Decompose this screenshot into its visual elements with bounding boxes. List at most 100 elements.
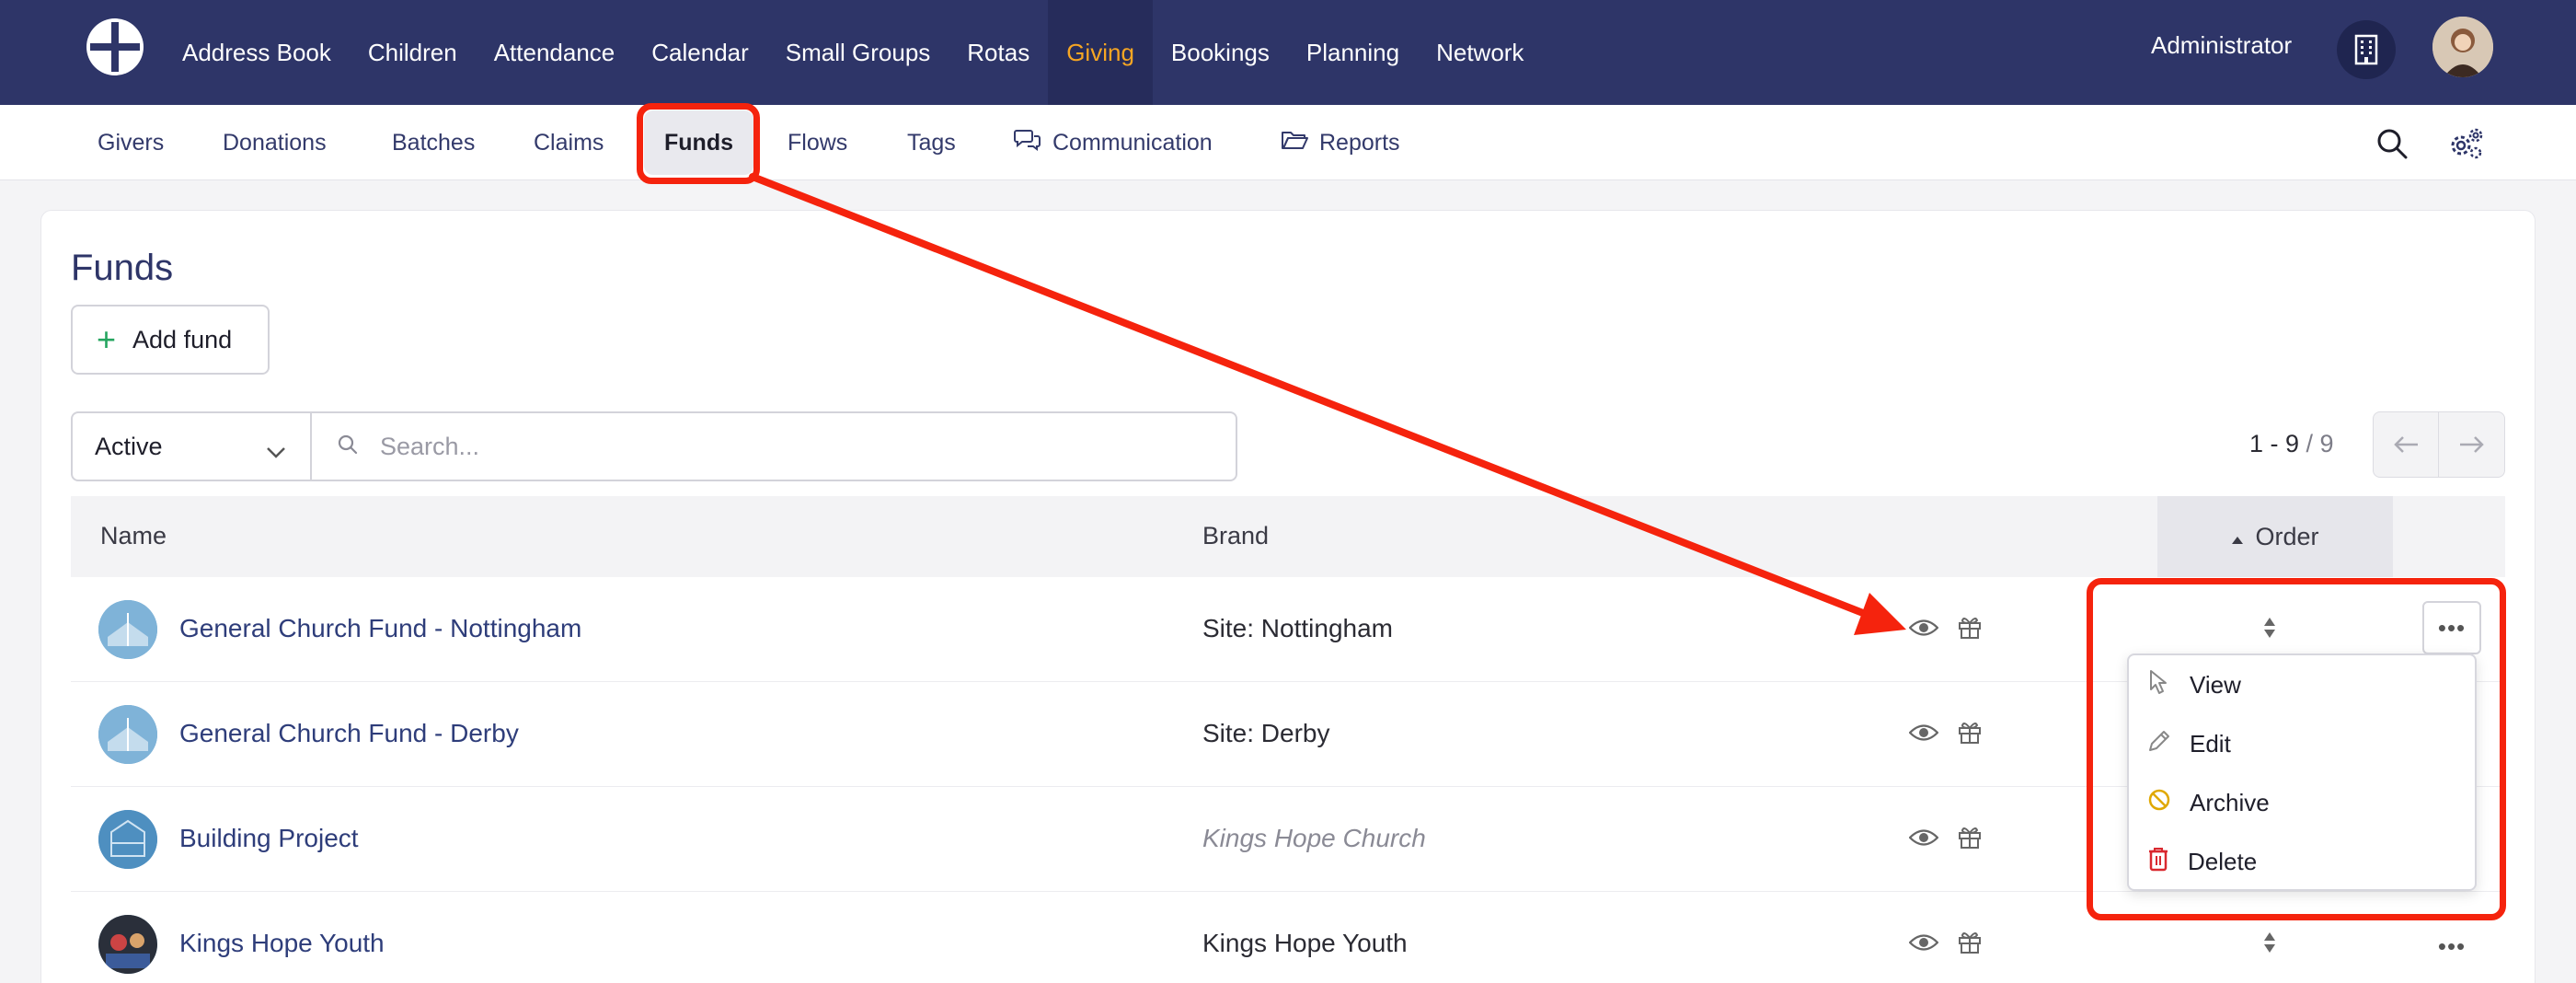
folder-open-icon xyxy=(1281,129,1308,157)
menu-item-edit[interactable]: Edit xyxy=(2129,714,2475,773)
tab-donations[interactable]: Donations xyxy=(223,105,327,180)
menu-item-archive[interactable]: Archive xyxy=(2129,773,2475,832)
nav-item-planning[interactable]: Planning xyxy=(1288,0,1418,105)
church-logo-icon[interactable] xyxy=(85,17,145,77)
user-name[interactable]: Administrator xyxy=(2151,31,2292,60)
tab-batches[interactable]: Batches xyxy=(392,105,475,180)
fund-name-link[interactable]: General Church Fund - Nottingham xyxy=(179,614,581,643)
fund-name-link[interactable]: General Church Fund - Derby xyxy=(179,719,519,748)
fund-avatar xyxy=(98,600,157,659)
menu-item-label: Delete xyxy=(2188,847,2258,875)
tab-label: Communication xyxy=(1052,129,1213,156)
plus-icon: + xyxy=(97,320,117,358)
fund-brand: Kings Hope Church xyxy=(1202,824,1426,852)
gift-icon[interactable] xyxy=(1957,824,1983,854)
arrow-right-icon xyxy=(2459,436,2484,453)
status-filter-select[interactable]: Active xyxy=(71,411,312,481)
column-header-name[interactable]: Name xyxy=(100,522,167,550)
page-title: Funds xyxy=(71,248,174,288)
eye-icon[interactable] xyxy=(1908,932,1939,957)
menu-item-delete[interactable]: Delete xyxy=(2129,832,2475,891)
search-icon[interactable] xyxy=(2372,123,2412,164)
tab-givers[interactable]: Givers xyxy=(98,105,164,180)
search-input[interactable] xyxy=(380,432,1171,461)
nav-item-rotas[interactable]: Rotas xyxy=(949,0,1048,105)
nav-item-calendar[interactable]: Calendar xyxy=(633,0,767,105)
row-actions-button[interactable]: ••• xyxy=(2422,601,2481,654)
gift-icon[interactable] xyxy=(1957,719,1983,749)
nav-item-network[interactable]: Network xyxy=(1418,0,1542,105)
column-header-order[interactable]: Order xyxy=(2157,496,2393,577)
settings-gears-icon[interactable] xyxy=(2445,123,2486,164)
row-actions-menu: View Edit Archive Delete xyxy=(2127,653,2477,891)
tab-label: Givers xyxy=(98,129,165,156)
pagination-total: / 9 xyxy=(2306,430,2334,457)
sort-handle-icon[interactable] xyxy=(2262,616,2277,644)
top-navigation-bar: Address Book Children Attendance Calenda… xyxy=(0,0,2576,105)
nav-item-small-groups[interactable]: Small Groups xyxy=(767,0,949,105)
nav-item-address-book[interactable]: Address Book xyxy=(164,0,350,105)
tab-reports[interactable]: Reports xyxy=(1281,105,1400,180)
tab-claims[interactable]: Claims xyxy=(534,105,604,180)
tab-tags[interactable]: Tags xyxy=(907,105,956,180)
eye-icon[interactable] xyxy=(1908,618,1939,642)
building-icon[interactable] xyxy=(2337,20,2396,79)
fund-avatar xyxy=(98,705,157,764)
ellipsis-icon: ••• xyxy=(2437,931,2467,960)
pagination-controls xyxy=(2373,411,2505,478)
chat-bubbles-icon xyxy=(1014,128,1041,158)
pagination-range: 1 - 9 xyxy=(2249,430,2300,457)
nav-item-attendance[interactable]: Attendance xyxy=(476,0,634,105)
menu-item-label: View xyxy=(2190,670,2241,699)
chevron-down-icon xyxy=(266,437,286,466)
giving-sub-navigation: Givers Donations Batches Claims Funds Fl… xyxy=(0,105,2576,180)
eye-icon[interactable] xyxy=(1908,827,1939,852)
tab-label: Donations xyxy=(223,129,327,156)
tab-flows[interactable]: Flows xyxy=(788,105,847,180)
menu-item-label: Edit xyxy=(2190,729,2231,757)
column-header-order-label: Order xyxy=(2255,522,2319,550)
fund-name-link[interactable]: Kings Hope Youth xyxy=(179,929,385,958)
nav-item-bookings[interactable]: Bookings xyxy=(1153,0,1288,105)
next-page-button[interactable] xyxy=(2439,412,2504,477)
row-actions-button[interactable]: ••• xyxy=(2422,925,2481,967)
fund-brand: Site: Nottingham xyxy=(1202,614,1393,642)
table-header: Name Brand Order xyxy=(71,496,2505,577)
menu-item-label: Archive xyxy=(2190,788,2270,816)
tab-label: Tags xyxy=(907,129,956,156)
sort-handle-icon[interactable] xyxy=(2262,931,2277,959)
fund-brand: Kings Hope Youth xyxy=(1202,929,1408,957)
ban-icon xyxy=(2147,788,2171,818)
pencil-icon xyxy=(2147,729,2171,759)
tab-label: Flows xyxy=(788,129,848,156)
nav-item-children[interactable]: Children xyxy=(350,0,476,105)
add-fund-button[interactable]: + Add fund xyxy=(71,305,270,375)
search-field[interactable] xyxy=(310,411,1237,481)
tab-label: Reports xyxy=(1319,129,1400,156)
gift-icon[interactable] xyxy=(1957,614,1983,644)
gift-icon[interactable] xyxy=(1957,929,1983,959)
tab-label: Claims xyxy=(534,129,604,156)
search-icon xyxy=(338,434,358,459)
tab-funds[interactable]: Funds xyxy=(644,110,753,175)
eye-icon[interactable] xyxy=(1908,723,1939,747)
status-filter-value: Active xyxy=(95,432,163,460)
main-menu: Address Book Children Attendance Calenda… xyxy=(164,0,1542,105)
menu-item-view[interactable]: View xyxy=(2129,655,2475,714)
ellipsis-icon: ••• xyxy=(2437,613,2467,642)
tab-label: Batches xyxy=(392,129,476,156)
column-header-brand[interactable]: Brand xyxy=(1202,522,1269,550)
table-row[interactable]: Kings Hope Youth Kings Hope Youth ••• xyxy=(71,892,2505,983)
sort-ascending-icon xyxy=(2231,523,2244,551)
nav-item-giving[interactable]: Giving xyxy=(1048,0,1153,105)
trash-icon xyxy=(2147,846,2169,878)
fund-brand: Site: Derby xyxy=(1202,719,1330,747)
previous-page-button[interactable] xyxy=(2374,412,2439,477)
fund-avatar xyxy=(98,915,157,974)
tab-communication[interactable]: Communication xyxy=(1014,105,1213,180)
arrow-left-icon xyxy=(2394,436,2418,453)
fund-name-link[interactable]: Building Project xyxy=(179,824,359,853)
cursor-pointer-icon xyxy=(2147,669,2171,701)
add-fund-label: Add fund xyxy=(132,325,233,353)
user-avatar[interactable] xyxy=(2432,17,2493,77)
